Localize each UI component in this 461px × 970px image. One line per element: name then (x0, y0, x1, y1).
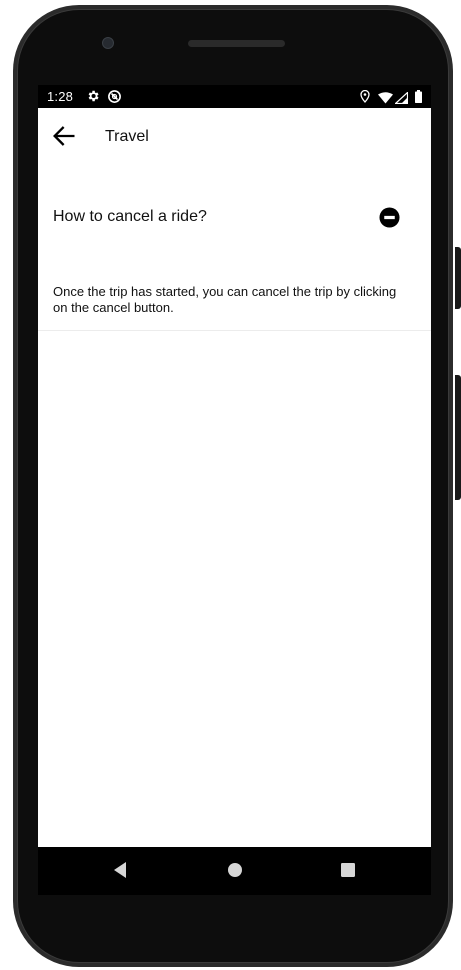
faq-answer: Once the trip has started, you can cance… (53, 284, 397, 315)
screen: 1:28 Travel How to cancel a ride? Once t… (38, 85, 431, 847)
faq-item: How to cancel a ride? Once the trip has … (38, 164, 431, 331)
nav-back-icon[interactable] (113, 861, 127, 884)
back-button[interactable] (50, 122, 78, 150)
wifi-icon (378, 91, 393, 109)
location-icon (360, 89, 370, 108)
power-button (455, 247, 461, 309)
nav-home-icon[interactable] (227, 861, 243, 884)
navigation-bar (38, 847, 431, 895)
arrow-left-icon (50, 126, 78, 154)
app-bar: Travel (38, 108, 431, 164)
battery-icon (415, 90, 422, 108)
gear-icon (86, 89, 100, 108)
status-time: 1:28 (47, 89, 74, 104)
nav-recents-icon[interactable] (340, 861, 356, 884)
earpiece-speaker (188, 40, 285, 47)
faq-question: How to cancel a ride? (53, 208, 207, 225)
front-camera (102, 37, 114, 49)
volume-button (455, 375, 461, 500)
faq-question-row[interactable]: How to cancel a ride? (38, 192, 431, 242)
sync-icon (107, 89, 122, 109)
page-title: Travel (105, 128, 149, 145)
minus-circle-icon[interactable] (379, 207, 400, 228)
signal-icon (393, 91, 409, 109)
status-bar: 1:28 (38, 85, 431, 108)
